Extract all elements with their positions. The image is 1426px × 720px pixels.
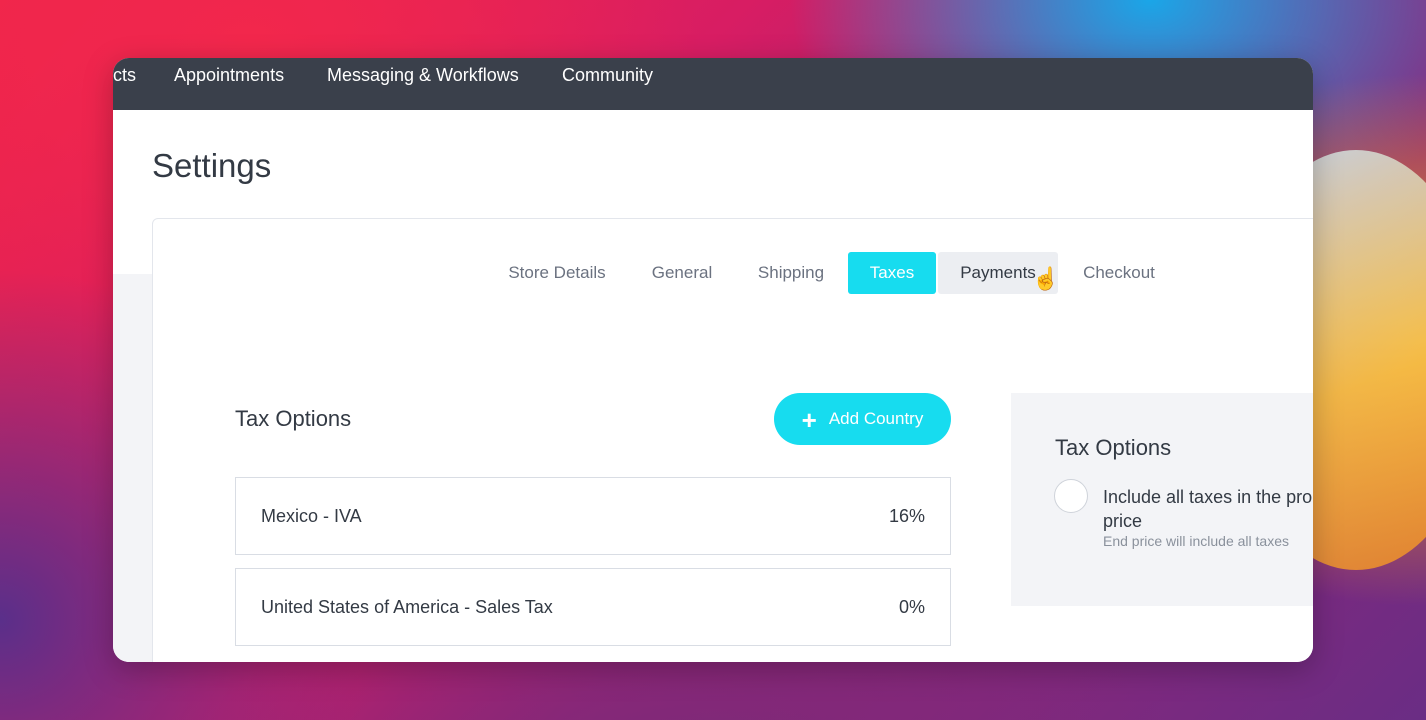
top-navigation: cts Appointments Messaging & Workflows C…: [113, 58, 1313, 110]
app-window: cts Appointments Messaging & Workflows C…: [113, 58, 1313, 662]
tax-row-rate: 0%: [898, 597, 925, 617]
nav-item-appointments[interactable]: Appointments: [174, 65, 284, 85]
tab-general[interactable]: General: [638, 252, 726, 294]
tab-taxes[interactable]: Taxes: [848, 252, 936, 294]
tab-store-details[interactable]: Store Details: [493, 252, 621, 294]
hand-cursor-icon: ☝: [1032, 266, 1060, 291]
nav-item-messaging-workflows[interactable]: Messaging & Workflows: [327, 65, 519, 85]
nav-item-products[interactable]: cts: [113, 65, 136, 85]
tax-row[interactable]: Mexico - IVA 16%: [235, 477, 951, 555]
tab-checkout[interactable]: Checkout: [1066, 252, 1172, 294]
tax-options-panel: Tax Options Include all taxes in the pro…: [1011, 393, 1313, 606]
tax-row-rate: 16%: [888, 506, 925, 526]
include-taxes-hint: End price will include all taxes: [1103, 533, 1289, 549]
tax-options-title: Tax Options: [235, 406, 352, 431]
side-panel-title: Tax Options: [1055, 435, 1172, 460]
tax-row-name: Mexico - IVA: [261, 506, 362, 526]
nav-item-community[interactable]: Community: [562, 65, 653, 85]
add-country-button[interactable]: + Add Country: [774, 393, 951, 445]
tab-shipping[interactable]: Shipping: [743, 252, 839, 294]
page-title: Settings: [152, 147, 272, 184]
include-taxes-radio[interactable]: [1054, 479, 1088, 513]
include-taxes-label: Include all taxes in the pro price: [1103, 487, 1313, 531]
tax-row[interactable]: United States of America - Sales Tax 0%: [235, 568, 951, 646]
left-gray-strip: [113, 274, 153, 662]
add-country-label: Add Country: [828, 409, 924, 428]
tax-row-name: United States of America - Sales Tax: [261, 597, 553, 617]
plus-icon: +: [801, 405, 817, 435]
